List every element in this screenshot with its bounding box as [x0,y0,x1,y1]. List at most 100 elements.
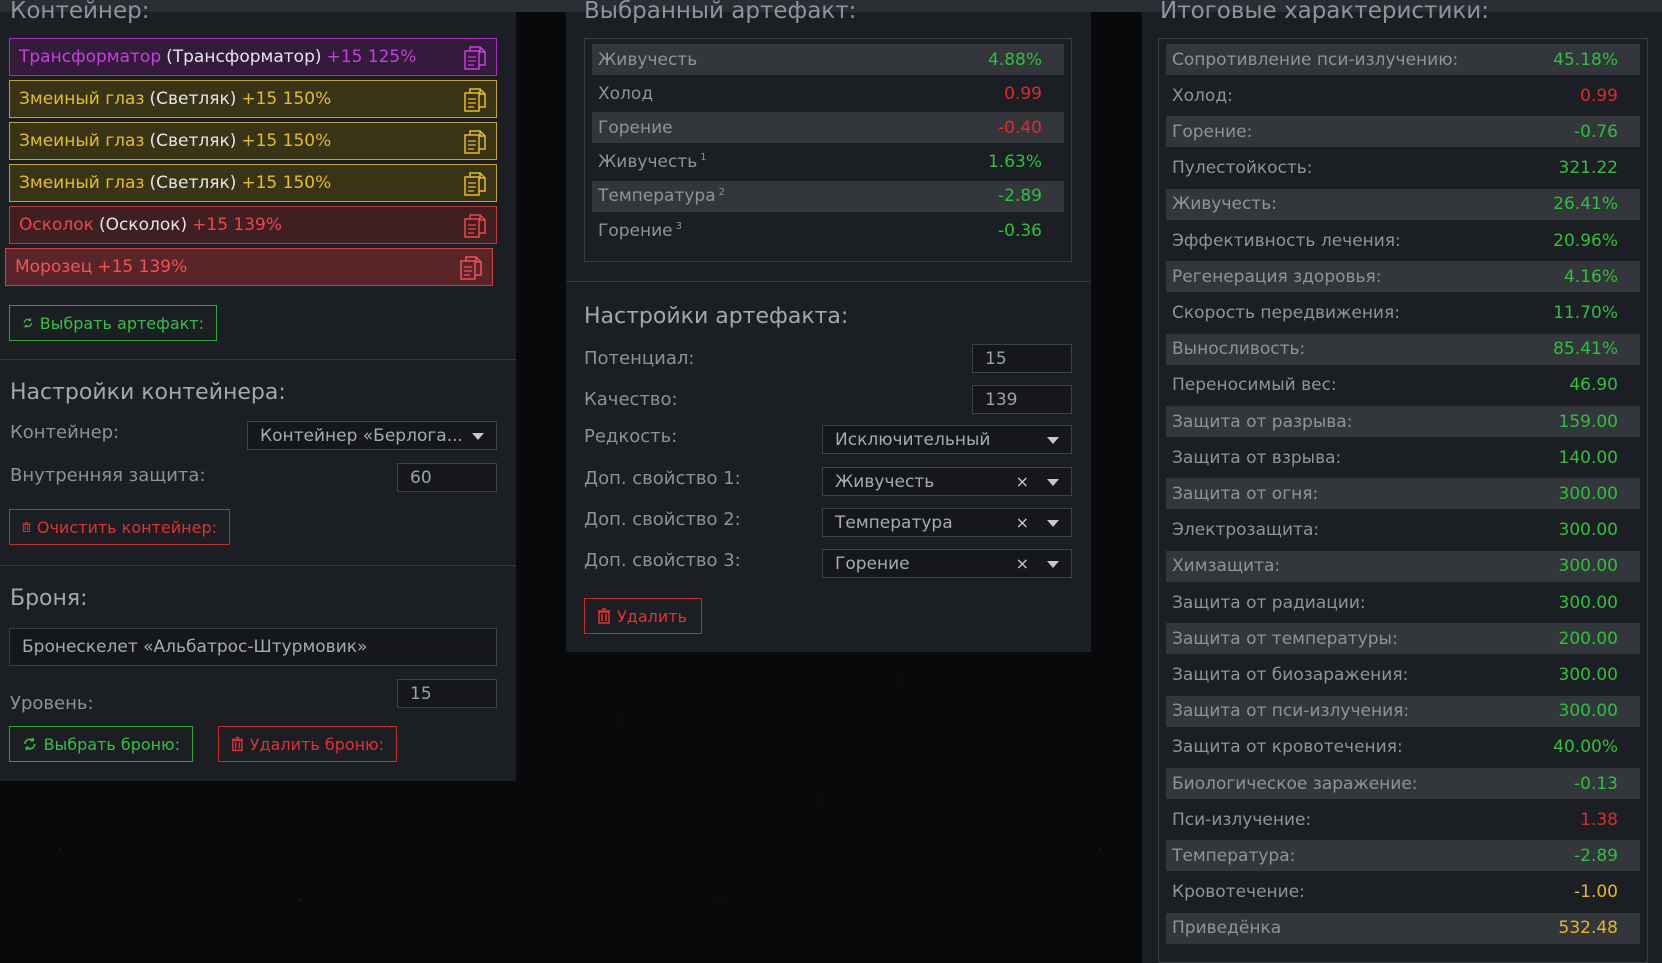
stat-name: Химзащита: [1172,556,1281,577]
artifact-row[interactable]: Змеиный глаз (Светляк) +15 150% [9,164,497,202]
extra-property-3-label: Доп. свойство 3: [584,550,741,571]
stat-name: Защита от пси-излучения: [1172,701,1410,722]
total-stat-row: Защита от пси-излучения: 300.00 [1166,695,1640,727]
selected-artifact-panel: Выбранный артефакт: Живучесть 4.88% Холод 0… [566,0,1091,652]
stat-value: 140.00 [1558,447,1618,468]
select-artifact-button[interactable]: Выбрать артефакт: [9,305,217,341]
artifact-stat-row: Горение -0.40 [592,112,1064,144]
stat-name: Защита от взрыва: [1172,447,1342,468]
refresh-icon [23,318,33,328]
refresh-icon [24,737,36,751]
total-stat-row: Температура: -2.89 [1166,840,1640,872]
total-stat-row: Химзащита: 300.00 [1166,550,1640,582]
artifact-name: Змеиный глаз [19,89,145,109]
artifact-row[interactable]: Морозец +15 139% [5,248,493,286]
quality-input[interactable]: 139 [972,385,1072,414]
artifact-level: +15 150% [241,89,332,109]
stat-name: Пси-излучение: [1172,809,1312,830]
artifact-name: Змеиный глаз [19,173,145,193]
stat-superscript: 2 [718,186,725,198]
trash-icon [22,522,31,532]
stat-name: Защита от температуры: [1172,628,1398,649]
armor-input[interactable]: Бронескелет «Альбатрос-Штурмовик» [9,628,497,666]
stat-value: 159.00 [1558,411,1618,432]
copy-icon[interactable] [464,46,486,70]
artifact-row[interactable]: Змеиный глаз (Светляк) +15 150% [9,80,497,118]
inner-protection-input[interactable]: 60 [397,463,497,492]
stat-name: Живучесть 1 [592,152,707,172]
stat-name-text: Живучесть [598,152,698,173]
artifact-row[interactable]: Змеиный глаз (Светляк) +15 150% [9,122,497,160]
chevron-down-icon [1047,479,1059,486]
potential-label: Потенциал: [584,348,695,369]
copy-icon[interactable] [464,214,486,238]
clear-icon[interactable]: × [1016,513,1029,532]
total-stat-row: Пси-излучение: 1.38 [1166,804,1640,835]
stat-value: 300.00 [1558,520,1618,541]
stat-name: Защита от кровотечения: [1172,737,1403,758]
total-stat-row: Скорость передвижения: 11.70% [1166,297,1640,328]
delete-armor-label: Удалить броню: [249,734,384,754]
extra-property-3-select[interactable]: Горение × [822,549,1072,578]
copy-icon[interactable] [460,256,482,280]
artifact-name: Трансформатор [19,47,162,67]
select-armor-button[interactable]: Выбрать броню: [9,726,193,762]
stat-value: 300.00 [1558,701,1618,722]
artifact-subname: (Осколок) [98,215,188,235]
rarity-select[interactable]: Исключительный [822,425,1072,454]
potential-input[interactable]: 15 [972,344,1072,373]
stat-name: Защита от огня: [1172,483,1319,504]
total-stat-row: Защита от кровотечения: 40.00% [1166,732,1640,763]
stat-value: -0.36 [998,220,1042,241]
container-select-value: Контейнер «Берлога... [260,425,463,446]
delete-armor-button[interactable]: Удалить броню: [218,726,397,762]
artifact-level: +15 150% [241,173,332,193]
stat-name-text: Холод [598,83,654,104]
artifact-row[interactable]: Осколок (Осколок) +15 139% [9,206,497,244]
stat-name: Приведёнка [1172,918,1282,939]
container-label: Контейнер: [10,422,120,443]
armor-title: Броня: [10,586,88,611]
artifact-stat-row: Живучесть 4.88% [592,44,1064,75]
stat-name-text: Температура [598,186,716,207]
stat-name: Защита от биозаражения: [1172,664,1409,685]
copy-icon[interactable] [464,88,486,112]
total-stat-row: Переносимый вес: 46.90 [1166,370,1640,401]
artifact-subname: (Светляк) [149,131,237,151]
stat-superscript: 3 [675,220,683,232]
trash-icon [231,736,243,752]
clear-container-button[interactable]: Очистить контейнер: [9,509,230,545]
artifact-subname: (Светляк) [149,89,237,109]
stat-name: Кровотечение: [1172,882,1305,903]
divider [566,281,1091,282]
clear-icon[interactable]: × [1016,554,1029,573]
copy-icon[interactable] [464,130,486,154]
artifact-stats-table: Живучесть 4.88% Холод 0.99 Горение -0.40 Живуч… [584,38,1072,262]
clear-icon[interactable]: × [1016,472,1029,491]
stat-name-text: Живучесть [598,49,698,70]
stat-value: -0.76 [1574,121,1618,142]
stat-name: Эффективность лечения: [1172,230,1401,251]
stat-value: 1.63% [987,152,1042,173]
copy-icon[interactable] [464,172,486,196]
stat-name: Температура: [1172,845,1296,866]
level-input[interactable]: 15 [397,679,497,708]
container-select[interactable]: Контейнер «Берлога... [247,421,497,450]
stat-value: 300.00 [1558,483,1618,504]
total-stat-row: Кровотечение: -1.00 [1166,877,1640,908]
stat-value: 20.96% [1553,230,1618,251]
rarity-select-value: Исключительный [835,429,991,450]
stat-name: Живучесть: [1172,194,1277,215]
select-artifact-label: Выбрать артефакт: [39,313,204,333]
artifact-stat-row: Горение 3 -0.36 [592,215,1064,246]
artifact-name: Змеиный глаз [19,131,145,151]
level-label: Уровень: [10,693,94,714]
extra-property-1-select[interactable]: Живучесть × [822,467,1072,496]
artifact-row[interactable]: Трансформатор (Трансформатор) +15 125% [9,38,497,76]
extra-property-2-select[interactable]: Температура × [822,508,1072,537]
chevron-down-icon [472,433,484,440]
delete-artifact-button[interactable]: Удалить [584,598,702,634]
stat-value: -1.00 [1574,882,1618,903]
extra-property-2-label: Доп. свойство 2: [584,509,741,530]
stat-value: 46.90 [1569,375,1618,396]
